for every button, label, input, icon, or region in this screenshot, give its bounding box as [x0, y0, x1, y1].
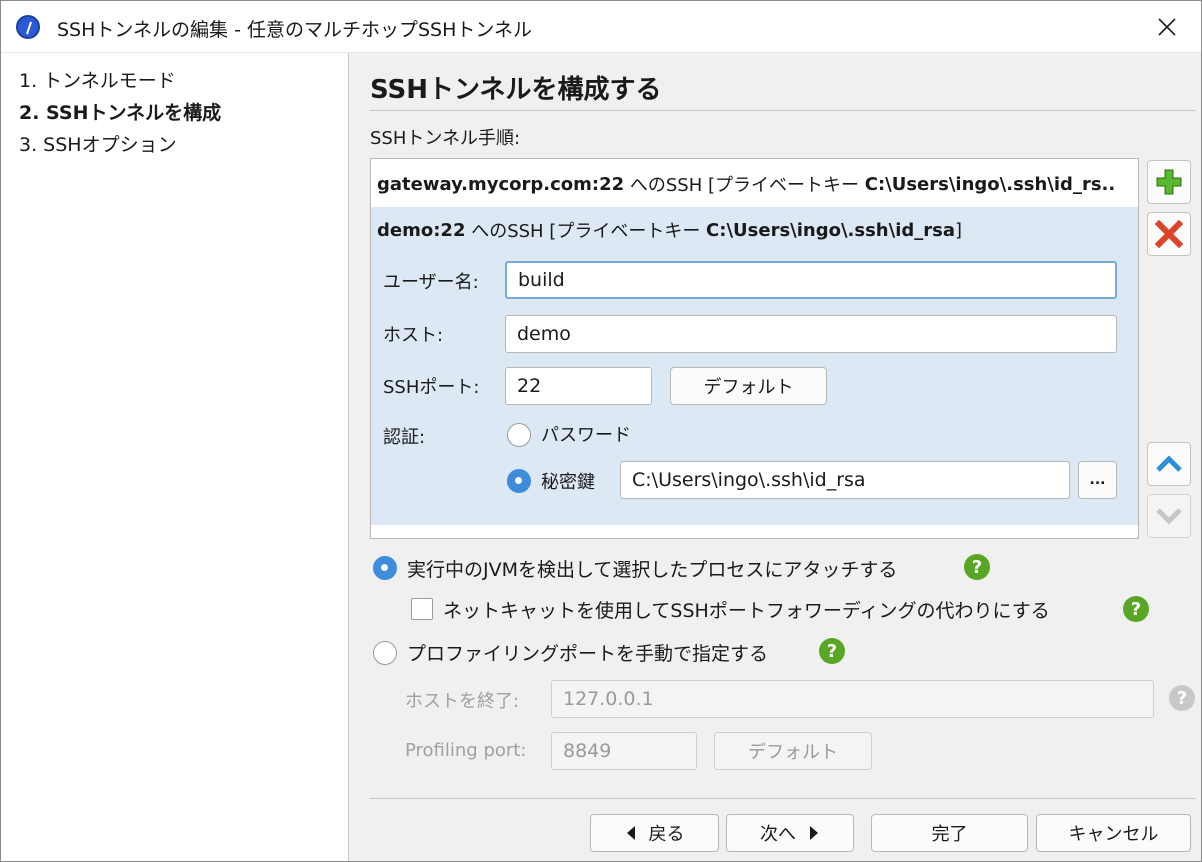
end-host-label: ホストを終了:: [405, 691, 520, 712]
hop-editor: ユーザー名: build ホスト: demo SSHポート: 22 デフォルト …: [371, 253, 1138, 525]
close-icon: [1158, 18, 1176, 36]
next-label: 次へ: [760, 824, 796, 845]
step-configure-tunnel[interactable]: 2. SSHトンネルを構成: [19, 98, 221, 125]
hop-suffix: ]: [955, 219, 963, 241]
plus-icon: [1156, 169, 1182, 195]
profiling-port-label: Profiling port:: [405, 740, 527, 761]
help-icon: ?: [1169, 685, 1195, 711]
move-hop-down-button[interactable]: [1147, 494, 1191, 538]
host-input[interactable]: demo: [505, 315, 1117, 353]
profiling-port-input[interactable]: 8849: [551, 732, 697, 770]
hop-row-demo[interactable]: demo:22 へのSSH [プライベートキー C:\Users\ingo\.s…: [371, 207, 1138, 253]
cancel-button[interactable]: キャンセル: [1036, 814, 1191, 852]
browse-button[interactable]: ...: [1078, 461, 1117, 499]
hop-key-path: C:\Users\ingo\.ssh\id_rs..: [864, 173, 1116, 195]
auth-label: 認証:: [383, 427, 426, 448]
left-arrow-icon: [626, 826, 635, 840]
footer-divider: [370, 798, 1196, 799]
help-icon[interactable]: ?: [1123, 596, 1149, 622]
help-icon[interactable]: ?: [819, 638, 845, 664]
back-button[interactable]: 戻る: [590, 814, 719, 852]
hop-host: gateway.mycorp.com:22: [377, 173, 625, 195]
tunnel-hop-list: gateway.mycorp.com:22 へのSSH [プライベートキー C:…: [370, 158, 1139, 539]
ssh-port-input[interactable]: 22: [505, 367, 652, 405]
private-key-path-input[interactable]: C:\Users\ingo\.ssh\id_rsa: [620, 461, 1070, 499]
username-label: ユーザー名:: [383, 272, 479, 293]
attach-jvm-radio[interactable]: [373, 556, 397, 580]
close-button[interactable]: [1147, 9, 1187, 45]
manual-port-radio[interactable]: [373, 641, 397, 665]
hop-key-path: C:\Users\ingo\.ssh\id_rsa: [706, 219, 955, 241]
private-key-radio[interactable]: [507, 469, 531, 493]
back-label: 戻る: [648, 824, 685, 845]
hop-row-gateway[interactable]: gateway.mycorp.com:22 へのSSH [プライベートキー C:…: [371, 161, 1138, 207]
hop-description: へのSSH [プライベートキー: [465, 221, 707, 242]
right-arrow-icon: [810, 826, 818, 840]
page-title: SSHトンネルを構成する: [370, 75, 662, 105]
dialog-window: SSHトンネルの編集 - 任意のマルチホップSSHトンネル 1. トンネルモード…: [0, 0, 1202, 862]
step-tunnel-mode[interactable]: 1. トンネルモード: [19, 66, 176, 93]
username-input[interactable]: build: [505, 261, 1117, 299]
heading-divider: [370, 110, 1196, 111]
move-hop-up-button[interactable]: [1147, 442, 1191, 486]
help-icon[interactable]: ?: [964, 554, 990, 580]
host-label: ホスト:: [383, 325, 444, 346]
wizard-steps: 1. トンネルモード 2. SSHトンネルを構成 3. SSHオプション: [1, 53, 349, 861]
manual-port-label[interactable]: プロファイリングポートを手動で指定する: [407, 639, 768, 666]
attach-jvm-label[interactable]: 実行中のJVMを検出して選択したプロセスにアタッチする: [407, 555, 897, 582]
title-bar: SSHトンネルの編集 - 任意のマルチホップSSHトンネル: [1, 1, 1201, 53]
profiling-port-default-button[interactable]: デフォルト: [714, 732, 872, 770]
password-radio-label[interactable]: パスワード: [541, 421, 631, 447]
move-up-icon: [1156, 455, 1182, 472]
main-content: SSHトンネルを構成する SSHトンネル手順: gateway.mycorp.c…: [350, 53, 1201, 861]
remove-hop-button[interactable]: [1147, 212, 1191, 256]
ssh-port-label: SSHポート:: [383, 377, 480, 398]
netcat-checkbox[interactable]: [411, 598, 433, 620]
move-down-icon: [1156, 508, 1182, 525]
add-hop-button[interactable]: [1147, 160, 1191, 204]
ssh-port-default-button[interactable]: デフォルト: [670, 367, 827, 405]
hop-list-spacer: [371, 525, 1138, 538]
private-key-radio-label[interactable]: 秘密鍵: [541, 468, 595, 494]
finish-button[interactable]: 完了: [871, 814, 1028, 852]
next-button[interactable]: 次へ: [726, 814, 854, 852]
password-radio[interactable]: [507, 423, 531, 447]
end-host-input[interactable]: 127.0.0.1: [551, 680, 1154, 718]
hop-description: へのSSH [プライベートキー: [624, 175, 865, 196]
window-title: SSHトンネルの編集 - 任意のマルチホップSSHトンネル: [57, 19, 532, 41]
hop-host: demo:22: [377, 219, 466, 241]
netcat-label[interactable]: ネットキャットを使用してSSHポートフォワーディングの代わりにする: [443, 596, 1050, 623]
step-ssh-options[interactable]: 3. SSHオプション: [19, 130, 177, 157]
tunnel-steps-label: SSHトンネル手順:: [370, 128, 521, 149]
jprofiler-icon: [16, 15, 40, 39]
delete-icon: [1155, 220, 1183, 248]
